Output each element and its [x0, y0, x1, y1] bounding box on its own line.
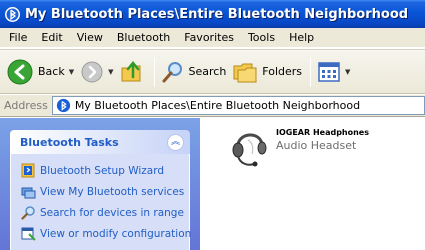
up-folder-icon [121, 60, 140, 81]
address-value: My Bluetooth Places\Entire Bluetooth Nei… [74, 99, 361, 112]
toolbar-separator [310, 56, 312, 87]
headset-icon [232, 133, 267, 167]
up-folder-button[interactable] [120, 60, 146, 84]
address-bar: Address My Bluetooth Places\Entire Bluet… [0, 95, 425, 117]
menu-view[interactable]: View [70, 31, 110, 44]
forward-button[interactable]: ▼ [80, 60, 114, 84]
task-view-bluetooth-services[interactable]: View My Bluetooth services [21, 181, 189, 202]
bluetooth-tasks-title: Bluetooth Tasks [20, 135, 119, 149]
back-label: Back [38, 65, 65, 78]
magnifier-icon [162, 61, 182, 82]
menu-bluetooth[interactable]: Bluetooth [110, 31, 177, 44]
task-bluetooth-setup-wizard[interactable]: Bluetooth Setup Wizard [21, 160, 189, 181]
search-button[interactable]: Search [161, 60, 227, 84]
content-area: IOGEAR Headphones Audio Headset [200, 118, 425, 250]
views-dropdown-icon[interactable]: ▼ [345, 68, 350, 76]
forward-arrow-icon [81, 61, 103, 82]
menu-favorites[interactable]: Favorites [177, 31, 241, 44]
views-icon [318, 61, 340, 82]
menu-edit[interactable]: Edit [34, 31, 69, 44]
task-label: Bluetooth Setup Wizard [40, 164, 165, 177]
folders-icon [233, 63, 257, 82]
back-dropdown-icon[interactable]: ▼ [69, 68, 74, 76]
task-label: Search for devices in range [40, 206, 184, 219]
task-search-devices[interactable]: Search for devices in range [21, 202, 189, 223]
bluetooth-places-icon [56, 98, 70, 113]
collapse-chevron-icon[interactable]: ︽ [167, 133, 184, 151]
menu-tools[interactable]: Tools [241, 31, 282, 44]
services-icon [21, 187, 36, 199]
folders-label: Folders [262, 65, 303, 78]
back-button[interactable]: Back ▼ [6, 58, 74, 86]
search-icon [21, 206, 35, 220]
back-arrow-icon [7, 59, 33, 84]
title-bar[interactable]: My Bluetooth Places\Entire Bluetooth Nei… [0, 0, 425, 28]
search-label: Search [188, 65, 227, 78]
folders-button[interactable]: Folders [232, 60, 302, 84]
task-view-modify-configuration[interactable]: View or modify configuration [21, 223, 192, 244]
toolbar: Back ▼ ▼ Search Folders ▼ [0, 49, 425, 94]
views-button[interactable]: ▼ [317, 61, 350, 83]
bluetooth-places-icon [5, 6, 20, 22]
address-field[interactable]: My Bluetooth Places\Entire Bluetooth Nei… [51, 96, 425, 115]
forward-dropdown-icon[interactable]: ▼ [108, 68, 113, 76]
toolbar-separator [153, 56, 155, 87]
wizard-icon [21, 163, 35, 178]
window-title: My Bluetooth Places\Entire Bluetooth Nei… [25, 6, 409, 22]
device-type: Audio Headset [276, 139, 357, 152]
task-label: View or modify configuration [40, 227, 192, 240]
menu-bar: File Edit View Bluetooth Favorites Tools… [0, 28, 425, 48]
task-pane: Bluetooth Tasks ︽ Bluetooth Setup Wizard… [0, 118, 200, 250]
task-label: View My Bluetooth services [40, 185, 185, 198]
config-icon [21, 227, 36, 241]
menu-file[interactable]: File [2, 31, 34, 44]
bluetooth-tasks-group: Bluetooth Tasks ︽ Bluetooth Setup Wizard… [10, 130, 192, 250]
bluetooth-tasks-header[interactable]: Bluetooth Tasks ︽ [10, 130, 190, 154]
address-label: Address [4, 99, 48, 112]
device-name: IOGEAR Headphones [276, 128, 369, 137]
device-item[interactable]: IOGEAR Headphones Audio Headset [228, 124, 369, 170]
bluetooth-tasks-list: Bluetooth Setup Wizard View My Bluetooth… [10, 154, 192, 250]
menu-help[interactable]: Help [282, 31, 321, 44]
